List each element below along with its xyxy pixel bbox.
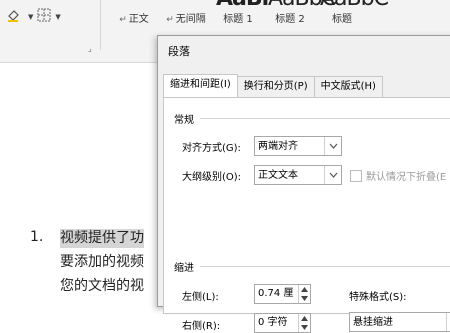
spin-up-icon[interactable] — [301, 316, 308, 321]
indent-right-label: 右侧(R): — [182, 321, 221, 332]
paragraph-mark-icon: ↵ — [119, 15, 127, 25]
indent-right-spinner[interactable]: 0 字符 — [254, 313, 311, 333]
indent-left-value: 0.74 厘 — [258, 288, 294, 299]
dialog-launcher-icon[interactable]: ⌟ — [88, 44, 92, 53]
outline-level-value: 正文文本 — [258, 170, 298, 181]
document-line: 视频提供了功 — [60, 229, 144, 248]
alignment-label: 对齐方式(G): — [182, 143, 241, 154]
general-section-title: 常规 — [174, 115, 194, 126]
tab-indents-and-spacing[interactable]: 缩进和间距(I) — [163, 74, 238, 97]
shading-icon[interactable] — [6, 8, 24, 25]
style-preview: AaBl — [216, 0, 269, 11]
style-preview: AaBbC — [320, 0, 389, 11]
style-label: 无间隔 — [175, 14, 206, 25]
spinner-buttons — [298, 285, 310, 303]
document-line: 要添加的视频 — [60, 254, 144, 270]
chevron-down-icon[interactable] — [324, 137, 341, 155]
style-normal[interactable]: ↵ 正文 — [108, 0, 160, 40]
spin-down-icon[interactable] — [301, 296, 308, 301]
tab-asian-typography[interactable]: 中文版式(H) — [313, 76, 383, 97]
outline-level-select[interactable]: 正文文本 — [254, 165, 342, 185]
styles-gallery: ↵正文 ↵无间隔 AaBl 标题 1 AaBbC 标题 2 AaBbC 标题 — [108, 0, 389, 40]
style-label: 标题 2 — [275, 14, 305, 25]
paragraph-mark-icon: ↵ — [166, 15, 174, 25]
special-indent-value: 悬挂缩进 — [353, 317, 393, 328]
chevron-down-icon[interactable] — [446, 313, 450, 331]
chevron-down-icon[interactable]: ▼ — [55, 13, 60, 21]
paragraph-dialog: 段落 缩进和间距(I) 换行和分页(P) 中文版式(H) 常规 对齐方式(G):… — [157, 35, 450, 333]
spin-down-icon[interactable] — [301, 325, 308, 330]
document-line: 您的文档的视 — [60, 278, 144, 294]
chevron-down-icon[interactable] — [324, 166, 341, 184]
dialog-tabs: 缩进和间距(I) 换行和分页(P) 中文版式(H) — [163, 74, 383, 97]
section-divider — [200, 266, 450, 267]
indent-left-spinner[interactable]: 0.74 厘 — [254, 284, 311, 304]
indent-left-label: 左侧(L): — [182, 292, 219, 303]
style-label: 正文 — [128, 14, 149, 25]
style-no-spacing[interactable]: ↵ 无间隔 — [160, 0, 212, 40]
collapse-by-default-checkbox[interactable] — [350, 170, 362, 182]
borders-icon[interactable] — [37, 8, 51, 25]
dialog-title: 段落 — [168, 45, 190, 58]
ribbon-left-tools: ▼ ▼ — [6, 8, 61, 25]
special-indent-label: 特殊格式(S): — [349, 292, 407, 303]
chevron-down-icon[interactable]: ▼ — [28, 13, 33, 21]
spin-up-icon[interactable] — [301, 287, 308, 292]
style-title[interactable]: AaBbC 标题 — [316, 0, 389, 40]
list-number: 1. — [30, 229, 44, 245]
ribbon-divider — [100, 0, 101, 50]
outline-level-label: 大纲级别(O): — [182, 172, 242, 183]
tab-line-and-page-breaks[interactable]: 换行和分页(P) — [236, 76, 315, 97]
style-label: 标题 — [332, 14, 352, 25]
alignment-select[interactable]: 两端对齐 — [254, 136, 342, 156]
collapse-by-default-label: 默认情况下折叠(E — [366, 172, 447, 183]
indent-section-title: 缩进 — [174, 263, 194, 274]
style-heading-1[interactable]: AaBl 标题 1 — [212, 0, 269, 40]
style-heading-2[interactable]: AaBbC 标题 2 — [264, 0, 337, 40]
alignment-value: 两端对齐 — [258, 141, 298, 152]
special-indent-select[interactable]: 悬挂缩进 — [349, 312, 450, 332]
style-label: 标题 1 — [223, 14, 253, 25]
indent-right-value: 0 字符 — [258, 317, 288, 328]
section-divider — [200, 118, 450, 119]
tab-panel: 常规 对齐方式(G): 两端对齐 大纲级别(O): 正文文本 默认情况下折叠(E… — [163, 97, 450, 333]
spinner-buttons — [298, 314, 310, 332]
